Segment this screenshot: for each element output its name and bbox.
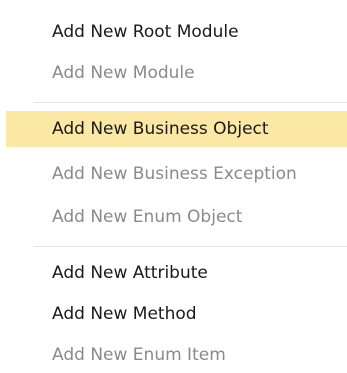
- context-menu: Add New Root Module Add New Module Add N…: [0, 0, 347, 373]
- menu-item-add-new-method[interactable]: Add New Method: [0, 296, 347, 332]
- menu-item-add-new-enum-object[interactable]: Add New Enum Object: [0, 199, 347, 235]
- menu-item-add-new-attribute[interactable]: Add New Attribute: [0, 255, 347, 291]
- menu-separator: [34, 102, 347, 103]
- menu-separator: [34, 246, 347, 247]
- menu-item-add-new-module[interactable]: Add New Module: [0, 55, 347, 91]
- menu-item-add-new-business-exception[interactable]: Add New Business Exception: [0, 156, 347, 192]
- menu-item-add-new-enum-item[interactable]: Add New Enum Item: [0, 337, 347, 373]
- menu-item-add-new-business-object[interactable]: Add New Business Object: [6, 111, 347, 147]
- menu-item-add-new-root-module[interactable]: Add New Root Module: [0, 14, 347, 50]
